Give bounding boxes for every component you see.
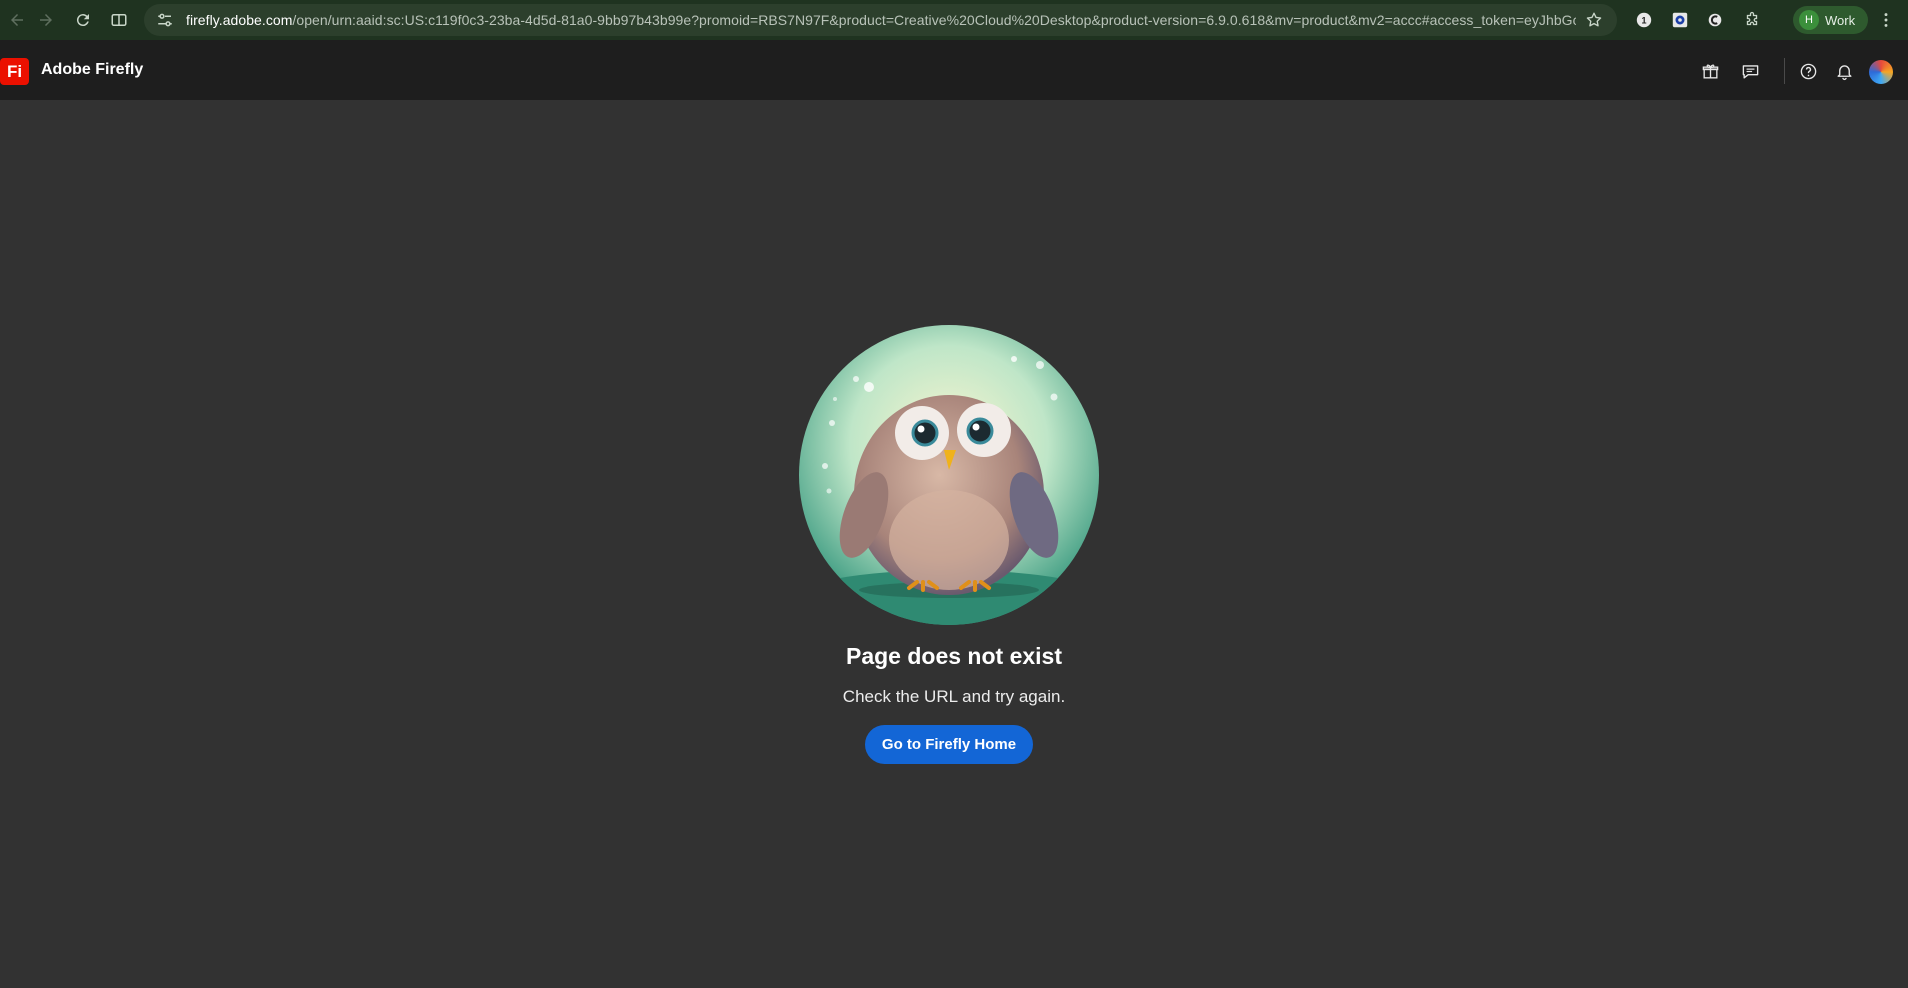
help-icon[interactable] [1797,60,1819,82]
bookmark-star-icon[interactable] [1585,11,1603,29]
url-text[interactable]: firefly.adobe.com/open/urn:aaid:sc:US:c1… [186,12,1576,28]
profile-label: Work [1825,12,1856,28]
url-host: firefly.adobe.com [186,12,293,28]
address-bar[interactable]: firefly.adobe.com/open/urn:aaid:sc:US:c1… [144,4,1617,36]
security-extension-icon[interactable] [1670,10,1690,30]
extensions-puzzle-icon[interactable] [1742,10,1762,30]
page-title: Page does not exist [845,643,1062,669]
gift-icon[interactable] [1699,60,1721,82]
profile-button[interactable]: H Work [1793,6,1868,34]
go-to-home-button[interactable]: Go to Firefly Home [865,725,1033,764]
dark-extension-icon[interactable] [1705,10,1725,30]
owl-illustration [799,325,1099,625]
feedback-chat-icon[interactable] [1739,60,1761,82]
header-divider [1784,58,1785,84]
reload-icon[interactable] [66,3,100,37]
browser-toolbar: firefly.adobe.com/open/urn:aaid:sc:US:c1… [0,0,1908,40]
password-manager-extension-icon[interactable]: 1 [1634,10,1654,30]
page-subtitle: Check the URL and try again. [842,687,1066,706]
forward-arrow-icon[interactable] [29,3,63,37]
app-header: Fi Adobe Firefly [0,40,1908,100]
browser-menu-icon[interactable] [1876,10,1896,30]
user-avatar[interactable] [1869,60,1893,84]
profile-avatar: H [1799,10,1819,30]
app-title[interactable]: Adobe Firefly [41,61,143,79]
site-settings-icon[interactable] [156,11,174,29]
svg-text:1: 1 [1641,16,1646,26]
url-path: /open/urn:aaid:sc:US:c119f0c3-23ba-4d5d-… [292,12,1576,28]
firefly-logo[interactable]: Fi [0,58,29,85]
main-content: Page does not exist Check the URL and tr… [0,100,1908,988]
notifications-bell-icon[interactable] [1833,60,1855,82]
split-view-icon[interactable] [102,3,136,37]
